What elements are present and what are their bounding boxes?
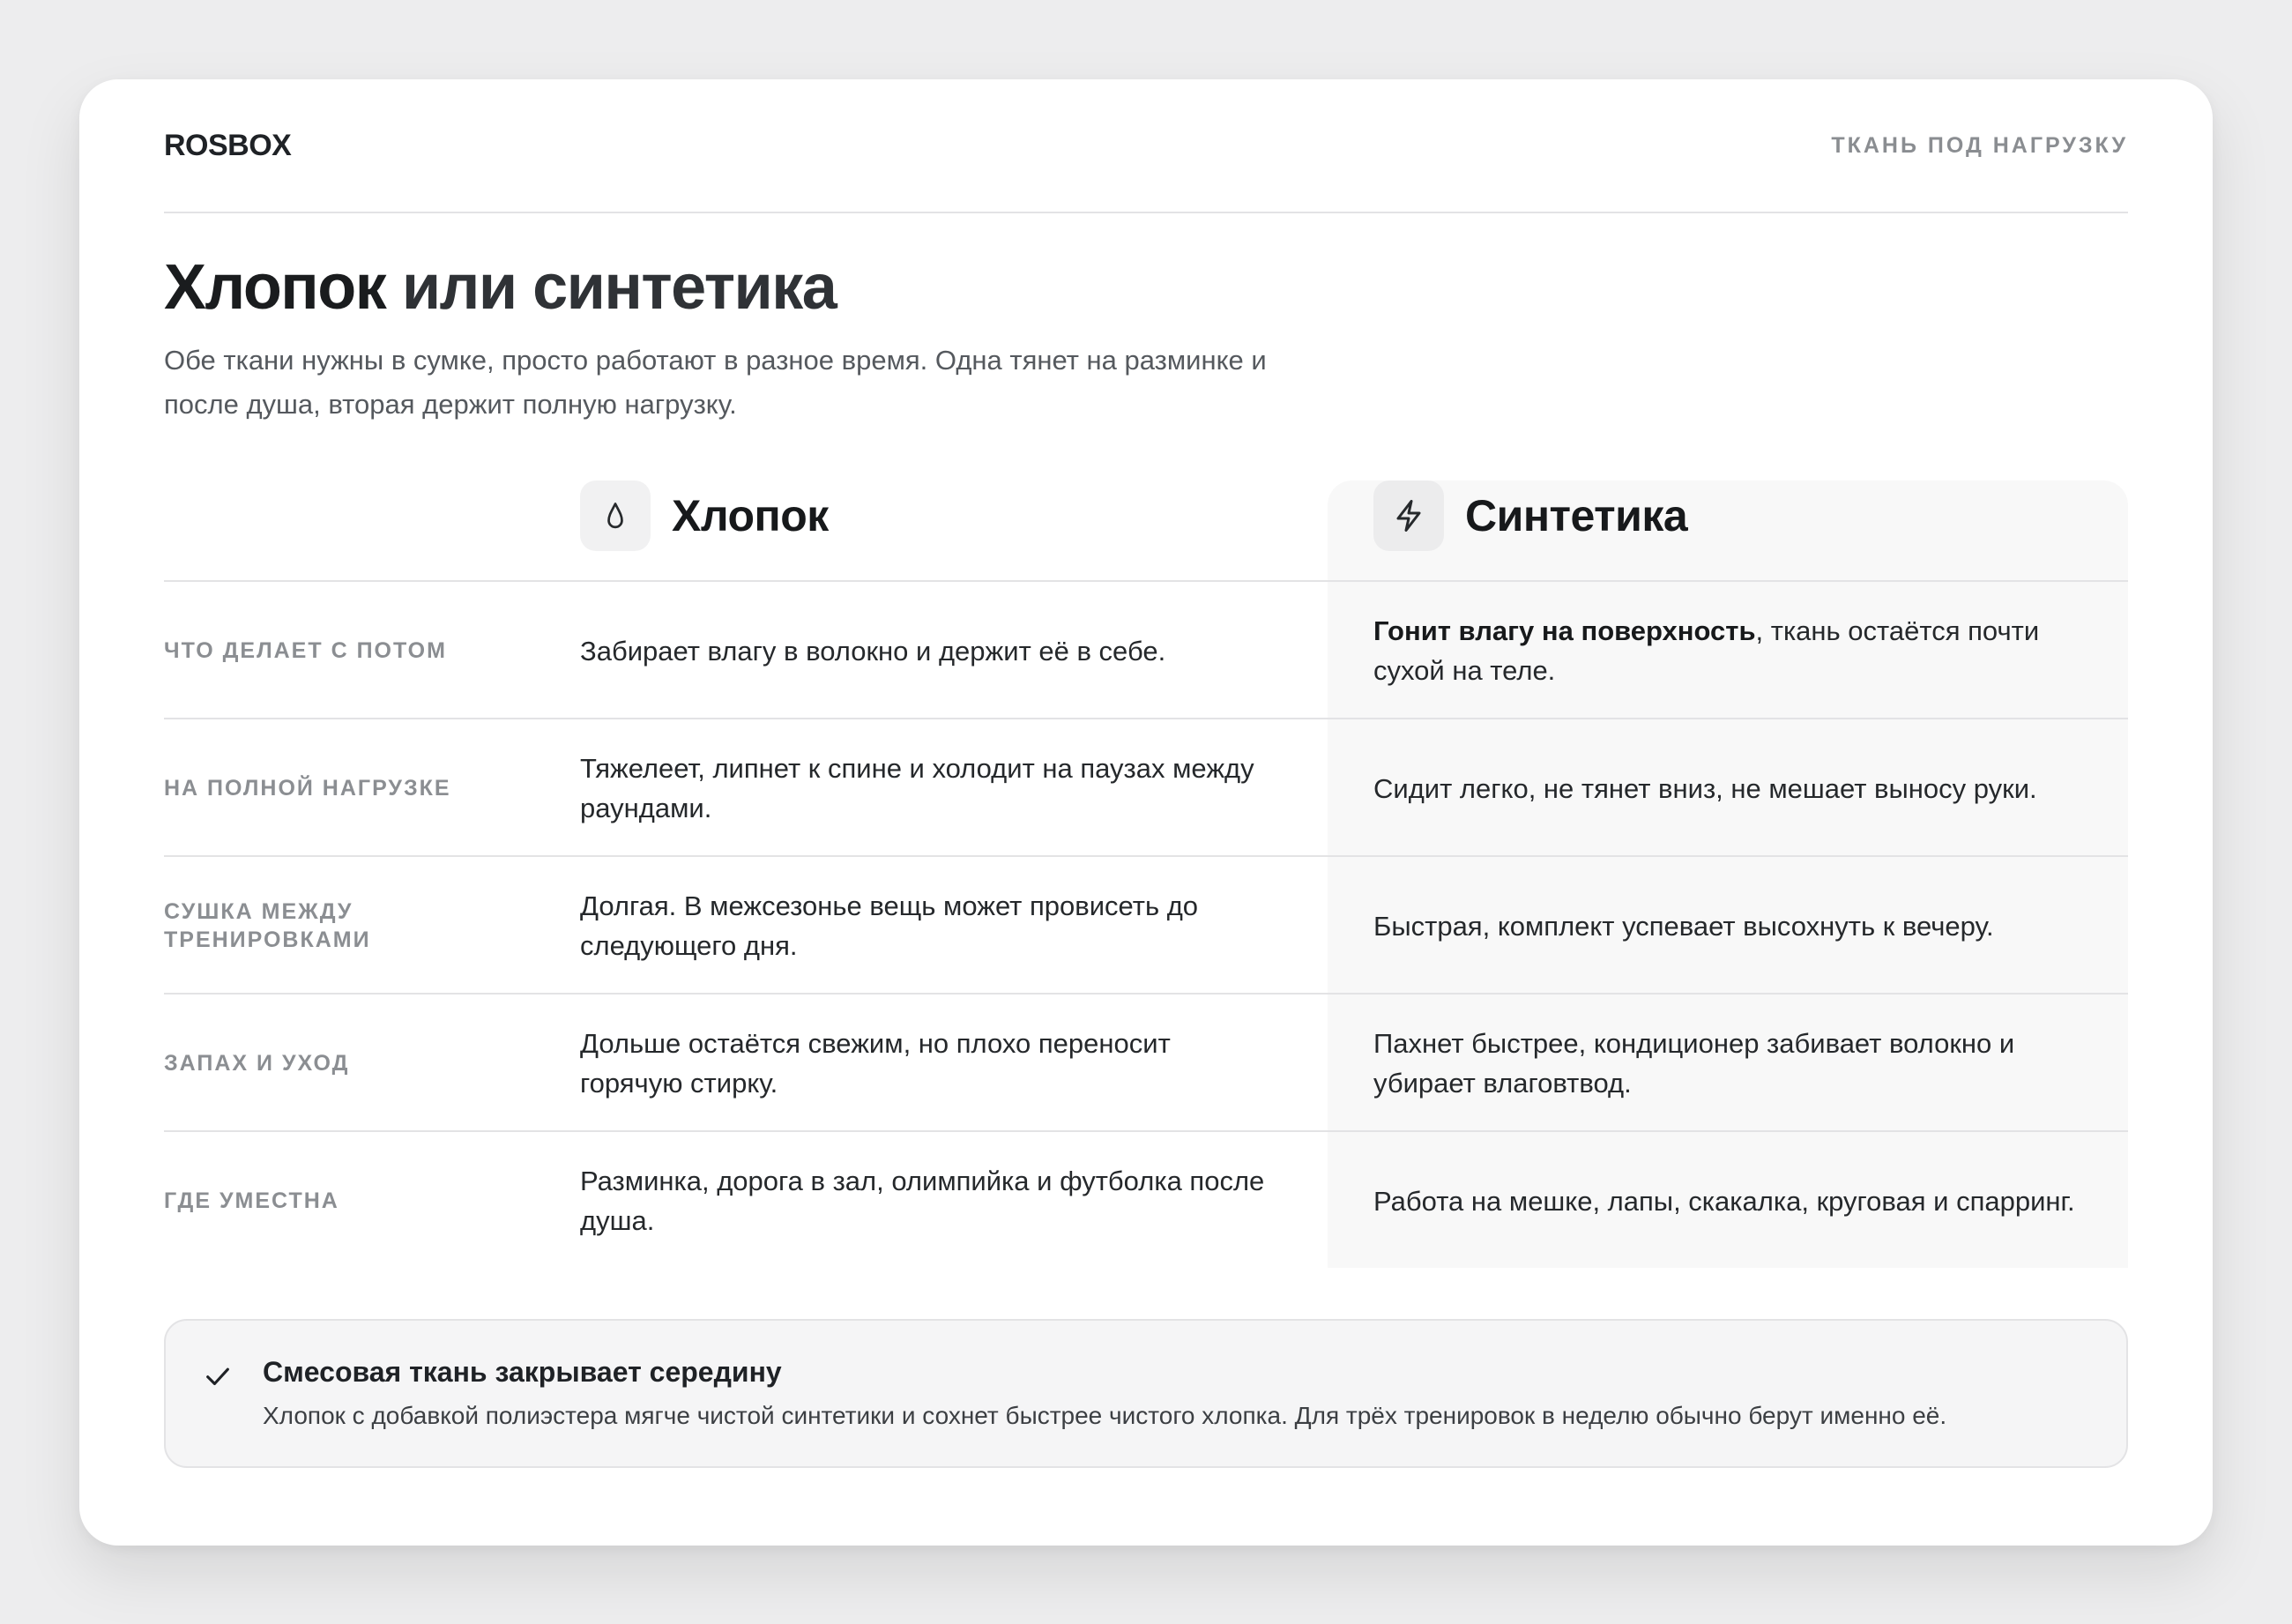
column-label-cotton: Хлопок — [672, 491, 829, 540]
synthetic-cell: Пахнет быстрее, кондиционер забивает вол… — [1373, 1028, 2015, 1099]
cotton-cell: Долгая. В межсезонье вещь может провисет… — [580, 890, 1199, 961]
synthetic-cell: Быстрая, комплект успевает высохнуть к в… — [1373, 910, 1994, 942]
brand-logo[interactable]: ROSBOX — [164, 129, 292, 163]
top-bar: ROSBOX ТКАНЬ ПОД НАГРУЗКУ — [164, 79, 2128, 213]
note-text: Хлопок с добавкой полиэстера мягче чисто… — [263, 1402, 1947, 1429]
column-label-synthetic: Синтетика — [1465, 491, 1688, 540]
synthetic-cell: Сидит легко, не тянет вниз, не мешает вы… — [1373, 772, 2037, 804]
table-row: ЧТО ДЕЛАЕТ С ПОТОМ Забирает влагу в воло… — [164, 580, 2128, 718]
tagline: ТКАНЬ ПОД НАГРУЗКУ — [1831, 132, 2128, 158]
note-title: Смесовая ткань закрывает середину — [263, 1356, 782, 1388]
synthetic-cell: Работа на мешке, лапы, скакалка, кругова… — [1373, 1185, 2075, 1217]
title-main: Хлопок — [164, 252, 387, 323]
droplet-icon — [580, 480, 651, 551]
row-label: НА ПОЛНОЙ НАГРУЗКЕ — [164, 776, 451, 801]
row-label: ЗАПАХ И УХОД — [164, 1051, 350, 1076]
card-content: ROSBOX ТКАНЬ ПОД НАГРУЗКУ Хлопок или син… — [164, 79, 2128, 1468]
table-row: СУШКА МЕЖДУ ТРЕНИРОВКАМИ Долгая. В межсе… — [164, 855, 2128, 993]
info-note: Смесовая ткань закрывает середину Хлопок… — [164, 1319, 2128, 1468]
synthetic-cell: Гонит влагу на поверхность, ткань остаёт… — [1373, 582, 2096, 719]
main-card: ROSBOX ТКАНЬ ПОД НАГРУЗКУ Хлопок или син… — [79, 79, 2213, 1546]
table-row: ЗАПАХ И УХОД Дольше остаётся свежим, но … — [164, 993, 2128, 1130]
row-label: СУШКА МЕЖДУ ТРЕНИРОВКАМИ — [164, 899, 371, 952]
comparison-table: Хлопок Синтетика ЧТО ДЕЛАЕТ С ПОТОМ Заби… — [164, 480, 2128, 1268]
table-row: НА ПОЛНОЙ НАГРУЗКЕ Тяжелеет, липнет к сп… — [164, 718, 2128, 855]
row-label: ГДЕ УМЕСТНА — [164, 1188, 339, 1213]
table-row: ГДЕ УМЕСТНА Разминка, дорога в зал, олим… — [164, 1130, 2128, 1268]
page-title: Хлопок или синтетика — [164, 256, 2128, 319]
cotton-cell: Дольше остаётся свежим, но плохо перенос… — [580, 1028, 1171, 1099]
cotton-cell: Разминка, дорога в зал, олимпийка и футб… — [580, 1166, 1265, 1236]
cotton-cell: Забирает влагу в волокно и держит её в с… — [580, 635, 1166, 667]
column-header-synthetic: Синтетика — [1373, 480, 1688, 551]
table-header: Хлопок Синтетика — [164, 480, 2128, 580]
synthetic-cell-emphasis: Гонит влагу на поверхность — [1373, 615, 1756, 646]
column-header-cotton: Хлопок — [580, 480, 829, 551]
lightning-icon — [1373, 480, 1444, 551]
title-rest: или синтетика — [401, 252, 837, 323]
cotton-cell: Тяжелеет, липнет к спине и холодит на па… — [580, 753, 1254, 823]
checkmark-icon — [203, 1361, 233, 1396]
row-label: ЧТО ДЕЛАЕТ С ПОТОМ — [164, 638, 447, 663]
page-subtitle: Обе ткани нужны в сумке, просто работают… — [164, 345, 1267, 420]
